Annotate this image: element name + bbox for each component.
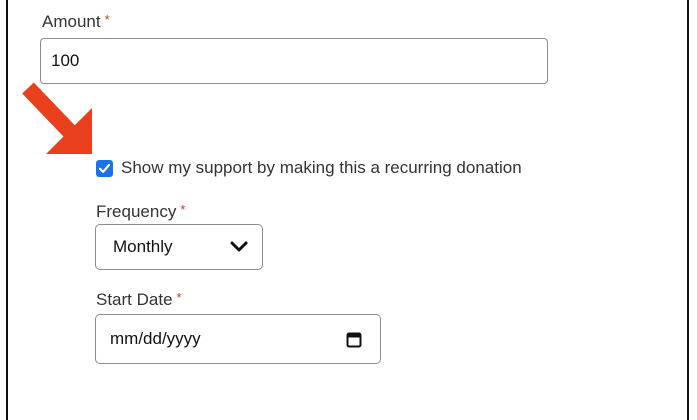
frequency-label-text: Frequency xyxy=(96,202,177,221)
required-marker: * xyxy=(104,12,110,27)
frequency-label: Frequency * xyxy=(96,202,185,222)
required-marker: * xyxy=(176,290,182,305)
start-date-input[interactable]: mm/dd/yyyy xyxy=(95,314,381,364)
start-date-label: Start Date * xyxy=(96,290,182,310)
chevron-down-icon xyxy=(230,241,248,252)
frequency-select[interactable]: Monthly xyxy=(95,224,263,270)
recurring-donation-option[interactable]: Show my support by making this a recurri… xyxy=(96,158,522,178)
calendar-icon[interactable] xyxy=(346,331,362,348)
recurring-checkbox-label: Show my support by making this a recurri… xyxy=(121,158,522,177)
amount-label-text: Amount xyxy=(42,12,101,31)
recurring-checkbox[interactable] xyxy=(96,159,113,177)
required-marker: * xyxy=(180,202,186,217)
frequency-selected-value: Monthly xyxy=(113,237,173,256)
start-date-label-text: Start Date xyxy=(96,290,173,309)
red-arrow-icon xyxy=(22,82,92,154)
amount-input[interactable] xyxy=(40,38,548,84)
date-placeholder: mm/dd/yyyy xyxy=(110,329,201,348)
checkmark-icon xyxy=(98,163,111,173)
amount-label: Amount * xyxy=(42,12,110,32)
